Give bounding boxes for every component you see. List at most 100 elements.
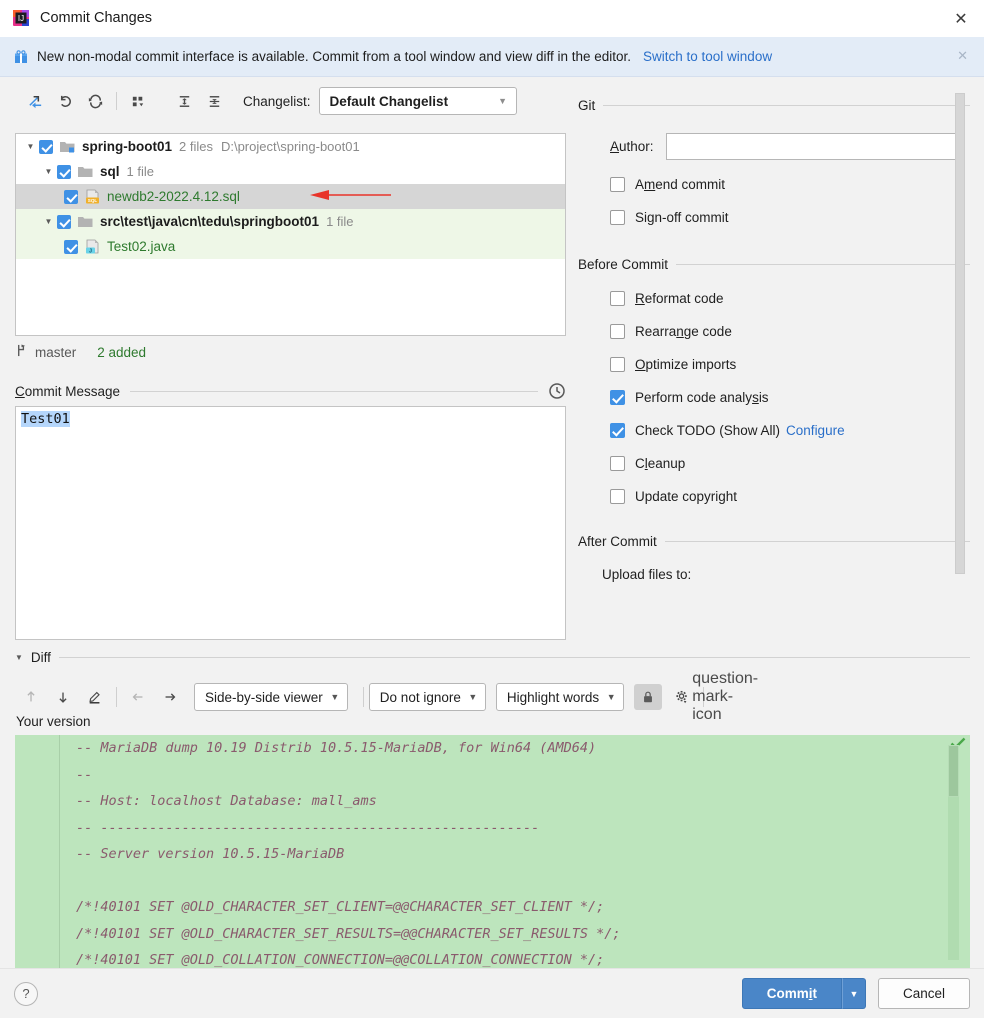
option-cleanup[interactable]: Cleanup: [578, 447, 970, 480]
clock-icon[interactable]: [548, 382, 566, 400]
update-copyright-checkbox[interactable]: [610, 489, 625, 504]
changelist-dropdown[interactable]: Default Changelist ▼: [318, 87, 517, 115]
tree-row[interactable]: J Test02.java: [16, 234, 565, 259]
switch-to-tool-window-link[interactable]: Switch to tool window: [643, 49, 772, 64]
chevron-down-icon[interactable]: ▼: [40, 167, 57, 176]
option-check-todo[interactable]: Check TODO (Show All) Configure: [578, 414, 970, 447]
cleanup-checkbox[interactable]: [610, 456, 625, 471]
option-rearrange-code[interactable]: Rearrange code: [578, 315, 970, 348]
question-mark-icon[interactable]: question-mark-icon: [692, 670, 758, 723]
divider: [676, 263, 970, 265]
help-button[interactable]: ?: [14, 981, 38, 1006]
row-checkbox[interactable]: [57, 164, 71, 179]
changed-files-tree[interactable]: ▼ spring-boot01 2 files D:\project\sprin…: [15, 133, 566, 336]
chevron-down-icon[interactable]: ▼: [15, 653, 23, 662]
diff-section-header: ▼ Diff: [15, 648, 970, 666]
collapse-all-icon[interactable]: [199, 87, 229, 115]
sign-off-commit-label: Sign-off commit: [635, 210, 729, 225]
perform-code-analysis-checkbox[interactable]: [610, 390, 625, 405]
ignore-mode-dropdown[interactable]: Do not ignore ▼: [368, 683, 486, 711]
commit-dropdown-arrow-icon[interactable]: ▼: [842, 978, 866, 1009]
changelist-value: Default Changelist: [329, 93, 449, 109]
group-by-icon[interactable]: [123, 87, 153, 115]
gift-icon: [14, 49, 28, 64]
accept-left-icon[interactable]: [122, 683, 154, 711]
changes-toolbar: Changelist: Default Changelist ▼: [0, 78, 570, 124]
author-label: Author:: [610, 139, 654, 154]
svg-text:SQL: SQL: [88, 198, 98, 203]
sign-off-commit-checkbox[interactable]: [610, 210, 625, 225]
diff-content[interactable]: 1 -- MariaDB dump 10.19 Distrib 10.5.15-…: [15, 735, 970, 968]
option-reformat-code[interactable]: Reformat code: [578, 282, 970, 315]
notification-banner: New non-modal commit interface is availa…: [0, 37, 984, 77]
diff-scrollbar-thumb[interactable]: [948, 745, 959, 797]
folder-icon: [77, 214, 94, 229]
expand-all-icon[interactable]: [169, 87, 199, 115]
tree-row[interactable]: ▼ src\test\java\cn\tedu\springboot01 1 f…: [16, 209, 565, 234]
options-scrollbar-thumb[interactable]: [955, 93, 965, 574]
commit-message-input[interactable]: Test01: [15, 406, 566, 640]
chevron-down-icon: ▼: [468, 692, 478, 702]
check-todo-checkbox[interactable]: [610, 423, 625, 438]
edit-source-icon[interactable]: [79, 683, 111, 711]
before-commit-group-header: Before Commit: [578, 254, 970, 274]
option-update-copyright[interactable]: Update copyright: [578, 480, 970, 513]
options-scrollbar[interactable]: [955, 93, 965, 574]
row-checkbox[interactable]: [64, 239, 78, 254]
reformat-code-checkbox[interactable]: [610, 291, 625, 306]
option-amend-commit[interactable]: Amend commit: [578, 168, 970, 201]
tree-row[interactable]: SQL newdb2-2022.4.12.sql: [16, 184, 565, 209]
rearrange-code-checkbox[interactable]: [610, 324, 625, 339]
row-checkbox[interactable]: [57, 214, 71, 229]
option-optimize-imports[interactable]: Optimize imports: [578, 348, 970, 381]
tree-row[interactable]: ▼ sql 1 file: [16, 159, 565, 184]
refresh-icon[interactable]: [80, 87, 110, 115]
tree-row[interactable]: ▼ spring-boot01 2 files D:\project\sprin…: [16, 134, 565, 159]
commit-button[interactable]: Comm i t: [741, 978, 842, 1009]
viewer-mode-dropdown[interactable]: Side-by-side viewer ▼: [194, 683, 348, 711]
ignore-mode-value: Do not ignore: [379, 689, 461, 705]
diff-scrollbar[interactable]: [948, 745, 959, 960]
cancel-button[interactable]: Cancel: [878, 978, 970, 1009]
row-checkbox[interactable]: [39, 139, 53, 154]
svg-text:J: J: [89, 248, 92, 254]
commit-changes-dialog: IJ Commit Changes ✕ New non-modal commit…: [0, 0, 984, 1018]
branch-name: master: [35, 344, 77, 360]
commit-options-panel: Git Author: Amend commit Sign-off commit…: [578, 95, 970, 641]
changelist-label: Changelist:: [243, 94, 311, 109]
revert-icon[interactable]: [50, 87, 80, 115]
line-text: /*!40101 SET @OLD_CHARACTER_SET_RESULTS=…: [76, 925, 621, 942]
chevron-down-icon[interactable]: ▼: [22, 142, 39, 151]
rearrange-code-label: Rearrange code: [635, 324, 732, 339]
show-diff-icon[interactable]: [20, 87, 50, 115]
next-difference-icon[interactable]: [47, 683, 79, 711]
row-checkbox[interactable]: [64, 189, 78, 204]
close-icon[interactable]: ✕: [938, 0, 984, 37]
diff-line: 7 /*!40101 SET @OLD_CHARACTER_SET_CLIENT…: [15, 894, 970, 921]
commit-message-header: Commit Message: [15, 381, 566, 401]
highlight-mode-dropdown[interactable]: Highlight words ▼: [495, 683, 625, 711]
banner-close-icon[interactable]: ✕: [949, 49, 976, 64]
configure-todo-link[interactable]: Configure: [786, 423, 845, 438]
diff-line: 2 --: [15, 762, 970, 789]
option-sign-off-commit[interactable]: Sign-off commit: [578, 201, 970, 234]
commit-split-button: Comm i t ▼: [741, 978, 866, 1009]
optimize-imports-checkbox[interactable]: [610, 357, 625, 372]
line-text: -- Server version 10.5.15-MariaDB: [76, 846, 345, 863]
after-commit-group-title: After Commit: [578, 533, 657, 549]
chevron-down-icon[interactable]: ▼: [40, 217, 57, 226]
option-perform-code-analysis[interactable]: Perform code analysis: [578, 381, 970, 414]
file-node-meta: 1 file: [126, 164, 154, 179]
line-text: /*!40101 SET @OLD_COLLATION_CONNECTION=@…: [76, 952, 605, 968]
accept-right-icon[interactable]: [154, 683, 186, 711]
file-node-name: src\test\java\cn\tedu\springboot01: [100, 214, 320, 229]
diff-section-title: Diff: [30, 649, 51, 665]
diff-toolbar-separator: [362, 687, 364, 707]
author-field[interactable]: [666, 133, 962, 160]
previous-difference-icon[interactable]: [15, 683, 47, 711]
amend-commit-checkbox[interactable]: [610, 177, 625, 192]
lock-icon[interactable]: [634, 684, 663, 710]
